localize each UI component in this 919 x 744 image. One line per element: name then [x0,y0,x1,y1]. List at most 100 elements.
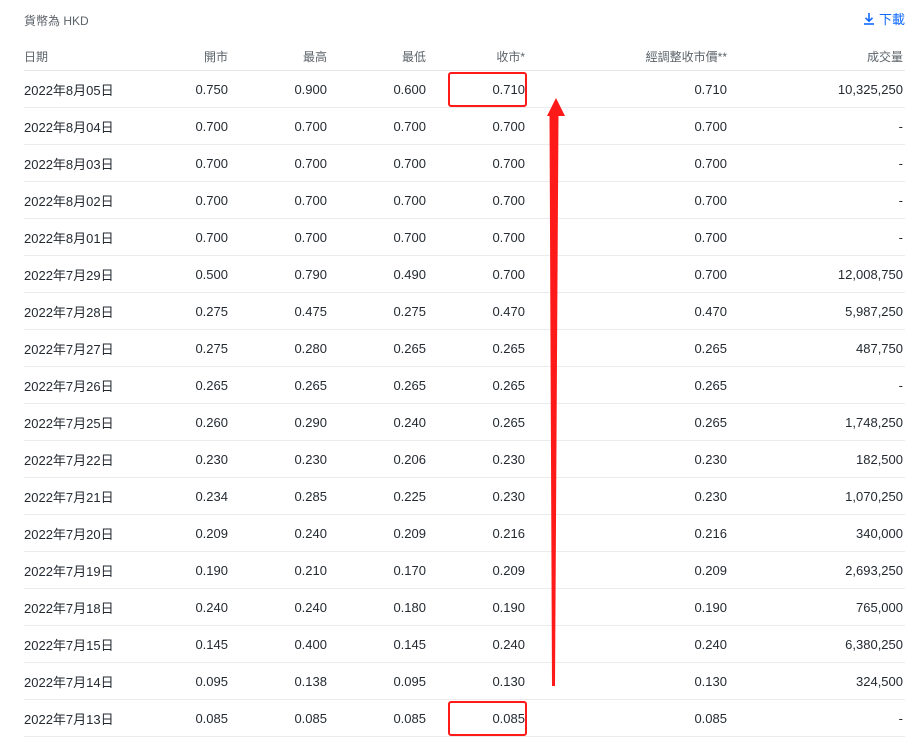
value-cell: 0.700 [329,144,428,182]
value-cell: 0.190 [428,588,527,626]
value-cell: 0.209 [527,551,729,589]
value-cell: 340,000 [729,514,905,552]
value-cell: 0.700 [428,107,527,145]
column-header[interactable]: 開市 [148,42,230,71]
table-row: 2022年7月19日 0.190 0.210 0.170 0.209 0.209 2,693… [24,551,905,589]
value-cell: 0.265 [148,366,230,404]
column-header[interactable]: 收市* [428,42,527,71]
value-cell: 0.700 [148,144,230,182]
value-cell: 0.790 [230,255,329,293]
value-cell: 0.145 [148,625,230,663]
value-cell: 0.230 [527,477,729,515]
value-cell: 0.750 [148,70,230,108]
value-cell: 0.265 [230,366,329,404]
historical-prices-table: 日期 開市 最高 最低 收市* 經調整收市價** 成交量 2022年8月05日 0… [24,42,905,737]
table-row: 2022年7月28日 0.275 0.475 0.275 0.470 0.470 5,987… [24,292,905,330]
value-cell: 0.490 [329,255,428,293]
column-header[interactable]: 日期 [24,42,148,71]
value-cell: 0.280 [230,329,329,367]
value-cell: 0.190 [527,588,729,626]
value-cell: 0.138 [230,662,329,700]
value-cell: 0.265 [329,366,428,404]
value-cell: 0.209 [148,514,230,552]
value-cell: 0.085 [148,699,230,737]
date-cell: 2022年7月20日 [24,514,148,552]
value-cell: 0.700 [428,144,527,182]
value-cell: 0.290 [230,403,329,441]
value-cell: 0.700 [329,181,428,219]
date-cell: 2022年8月03日 [24,144,148,182]
value-cell: 324,500 [729,662,905,700]
table-row: 2022年7月15日 0.145 0.400 0.145 0.240 0.240 6,380… [24,625,905,663]
value-cell: 0.700 [230,218,329,256]
column-header[interactable]: 成交量 [729,42,905,71]
value-cell: 0.216 [428,514,527,552]
value-cell: 0.700 [428,218,527,256]
value-cell: 0.085 [428,699,527,737]
download-label: 下載 [878,12,905,27]
value-cell: 0.700 [230,144,329,182]
value-cell: 0.130 [428,662,527,700]
value-cell: 0.265 [527,366,729,404]
date-cell: 2022年8月01日 [24,218,148,256]
value-cell: 10,325,250 [729,70,905,108]
date-cell: 2022年7月22日 [24,440,148,478]
value-cell: 0.230 [230,440,329,478]
value-cell: - [729,218,905,256]
table-row: 2022年7月21日 0.234 0.285 0.225 0.230 0.230 1,070… [24,477,905,515]
column-header[interactable]: 最低 [329,42,428,71]
table-row: 2022年7月20日 0.209 0.240 0.209 0.216 0.216 340,0… [24,514,905,552]
value-cell: 0.700 [230,181,329,219]
value-cell: 2,693,250 [729,551,905,589]
value-cell: 0.700 [527,144,729,182]
value-cell: 0.085 [329,699,428,737]
value-cell: 0.265 [329,329,428,367]
value-cell: 0.470 [428,292,527,330]
value-cell: 0.700 [428,255,527,293]
value-cell: 0.700 [527,255,729,293]
value-cell: 0.240 [428,625,527,663]
date-cell: 2022年7月18日 [24,588,148,626]
value-cell: 5,987,250 [729,292,905,330]
value-cell: 0.275 [329,292,428,330]
column-header[interactable]: 經調整收市價** [527,42,729,71]
value-cell: - [729,181,905,219]
date-cell: 2022年7月26日 [24,366,148,404]
download-button[interactable]: 下載 [863,9,905,28]
column-header[interactable]: 最高 [230,42,329,71]
value-cell: 0.260 [148,403,230,441]
value-cell: 0.265 [527,329,729,367]
value-cell: 0.710 [527,70,729,108]
date-cell: 2022年7月21日 [24,477,148,515]
value-cell: 0.230 [428,477,527,515]
value-cell: 487,750 [729,329,905,367]
table-row: 2022年7月14日 0.095 0.138 0.095 0.130 0.130 324,5… [24,662,905,700]
value-cell: - [729,699,905,737]
value-cell: 0.700 [148,107,230,145]
value-cell: 0.700 [527,107,729,145]
value-cell: 0.265 [428,366,527,404]
value-cell: 0.470 [527,292,729,330]
value-cell: 0.180 [329,588,428,626]
table-row: 2022年8月03日 0.700 0.700 0.700 0.700 0.700- [24,144,905,182]
download-arrow-icon [863,12,875,25]
value-cell: 0.700 [148,218,230,256]
date-cell: 2022年7月19日 [24,551,148,589]
value-cell: 0.285 [230,477,329,515]
value-cell: 0.240 [148,588,230,626]
currency-note: 貨幣為 HKD [24,14,89,28]
value-cell: 12,008,750 [729,255,905,293]
table-row: 2022年7月29日 0.500 0.790 0.490 0.700 0.700 12,00… [24,255,905,293]
value-cell: 0.230 [148,440,230,478]
value-cell: 0.240 [230,514,329,552]
value-cell: 0.700 [230,107,329,145]
value-cell: 0.234 [148,477,230,515]
date-cell: 2022年8月02日 [24,181,148,219]
value-cell: - [729,366,905,404]
table-row: 2022年8月01日 0.700 0.700 0.700 0.700 0.700- [24,218,905,256]
value-cell: 0.275 [148,329,230,367]
table-toolbar: 貨幣為 HKD 下載 [0,0,919,38]
value-cell: 0.216 [527,514,729,552]
date-cell: 2022年7月25日 [24,403,148,441]
value-cell: 0.190 [148,551,230,589]
